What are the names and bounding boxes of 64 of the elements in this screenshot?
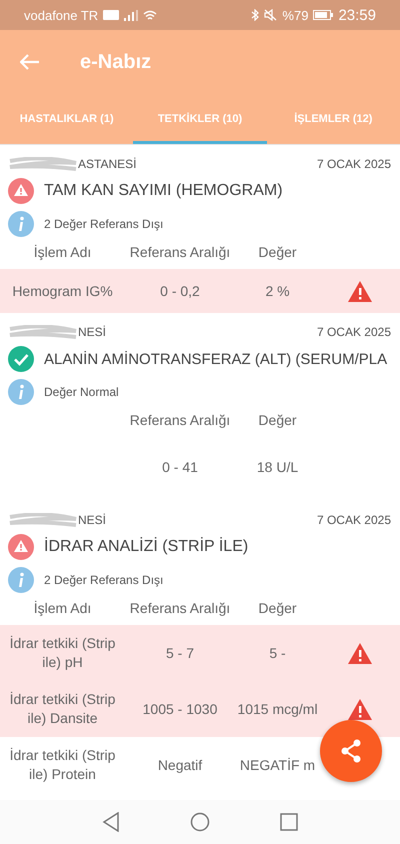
info-icon — [8, 379, 34, 405]
test-title: TAM KAN SAYIMI (HEMOGRAM) — [44, 182, 283, 200]
table-cell: İdrar tetkiki (Strip ile) Dansite — [10, 691, 116, 726]
table-cell: 18 U/L — [256, 458, 298, 475]
check-icon — [8, 346, 34, 372]
test-title: ALANİN AMİNOTRANSFERAZ (ALT) (SERUM/PLA — [44, 350, 388, 368]
test-date: 7 OCAK 2025 — [316, 513, 391, 527]
redaction-scribble — [8, 325, 78, 339]
table-cell: 0 - 0,2 — [160, 282, 200, 299]
table-cell: 2 % — [265, 282, 290, 299]
column-header: Değer — [258, 600, 297, 616]
warning-icon — [348, 642, 372, 664]
recents-nav-icon[interactable] — [280, 813, 298, 831]
result-summary: 2 Değer Referans Dışı — [44, 217, 164, 231]
test-title: İDRAR ANALİZİ (STRİP İLE) — [44, 538, 248, 556]
app-title: e-Nabız — [80, 50, 152, 74]
column-header: Değer — [258, 412, 297, 428]
column-header: İşlem Adı — [34, 244, 92, 260]
hospital-name: ASTANESİ — [78, 157, 136, 171]
redaction-scribble — [8, 513, 78, 527]
table-cell: 1005 - 1030 — [142, 700, 218, 717]
mute-icon — [264, 9, 278, 21]
warning-icon — [8, 178, 34, 204]
share-icon — [340, 739, 362, 763]
column-header: Referans Aralığı — [130, 244, 230, 260]
table-cell: 5 - — [269, 644, 286, 661]
table-cell: 1015 mcg/ml — [237, 700, 318, 717]
table-cell: İdrar tetkiki (Strip ile) Protein — [10, 747, 116, 782]
hospital-name: NESİ — [78, 513, 106, 527]
test-date: 7 OCAK 2025 — [316, 325, 391, 339]
info-icon — [8, 211, 34, 237]
warning-icon — [348, 698, 372, 720]
share-button[interactable] — [320, 720, 382, 782]
table-cell: İdrar tetkiki (Strip ile) pH — [10, 635, 116, 670]
clock: 23:59 — [338, 6, 376, 24]
table-cell: Hemogram IG% — [12, 282, 113, 299]
back-nav-icon[interactable] — [102, 812, 120, 832]
tab[interactable]: HASTALIKLAR (1) — [0, 94, 134, 144]
column-header: Değer — [258, 244, 297, 260]
tab[interactable]: TETKİKLER (10) — [133, 94, 267, 144]
column-header: Referans Aralığı — [130, 412, 230, 428]
table-cell: Negatif — [158, 756, 202, 773]
table-cell: NEGATİF m — [240, 756, 316, 773]
signal-icon — [124, 10, 138, 20]
wifi-icon — [143, 10, 158, 20]
battery-icon — [313, 10, 334, 20]
tab[interactable]: İŞLEMLER (12) — [266, 94, 400, 144]
warning-icon — [348, 280, 372, 302]
warning-icon — [8, 534, 34, 560]
battery-percent: %79 — [282, 8, 308, 22]
home-nav-icon[interactable] — [190, 812, 210, 832]
hospital-name: NESİ — [78, 325, 106, 339]
info-icon — [8, 567, 34, 593]
table-cell: 5 - 7 — [166, 644, 194, 661]
bluetooth-icon — [251, 9, 260, 21]
table-cell: 0 - 41 — [162, 458, 198, 475]
result-summary: Değer Normal — [44, 385, 119, 399]
column-header: İşlem Adı — [34, 600, 92, 616]
test-date: 7 OCAK 2025 — [316, 157, 391, 171]
redaction-scribble — [8, 157, 78, 171]
network-icon — [103, 10, 120, 20]
carrier-name: vodafone TR — [24, 8, 98, 22]
result-summary: 2 Değer Referans Dışı — [44, 573, 164, 587]
column-header: Referans Aralığı — [130, 600, 230, 616]
